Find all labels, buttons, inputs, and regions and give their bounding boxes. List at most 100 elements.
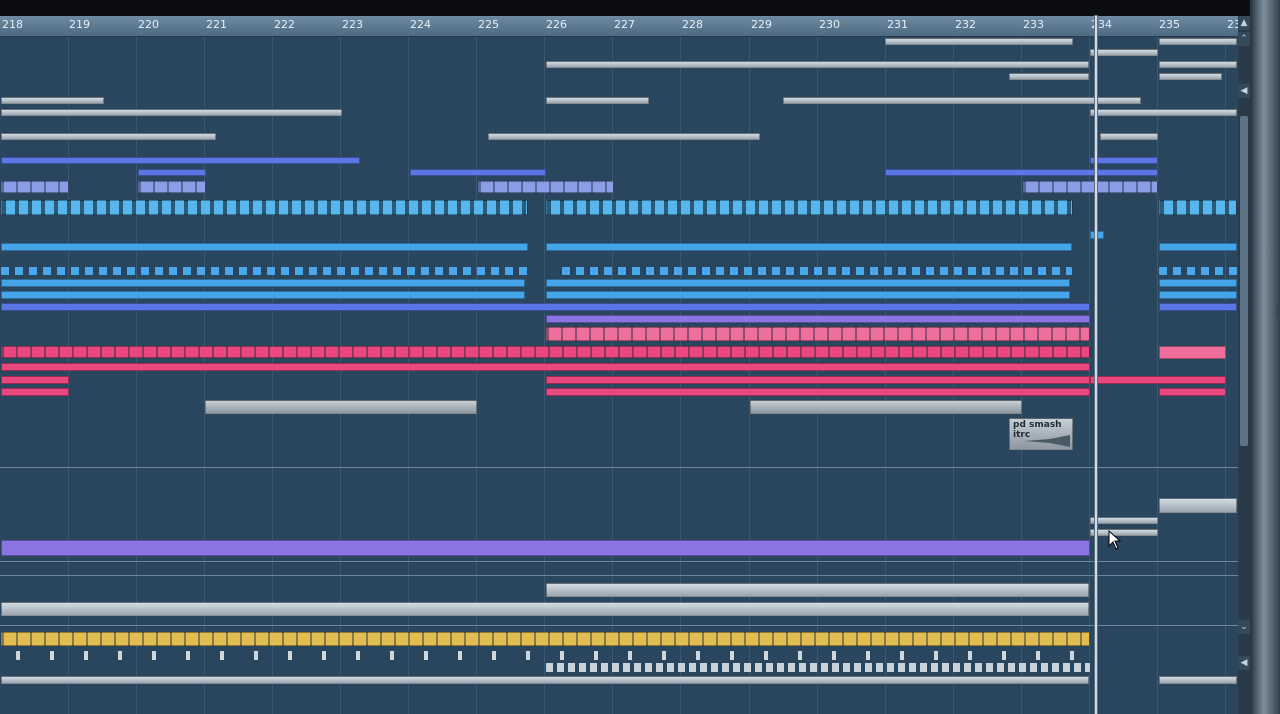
midi-part[interactable] — [1, 388, 69, 396]
track-separator — [0, 625, 1238, 626]
midi-part[interactable] — [1090, 49, 1158, 56]
midi-part[interactable] — [1100, 133, 1158, 140]
midi-part[interactable] — [1090, 517, 1158, 524]
midi-part[interactable] — [1, 133, 216, 140]
midi-part[interactable] — [1159, 279, 1237, 287]
drum-part[interactable] — [546, 663, 1090, 672]
midi-part[interactable] — [1, 676, 1089, 684]
midi-part[interactable] — [1, 363, 1090, 371]
midi-part[interactable] — [1, 97, 104, 104]
midi-part[interactable] — [885, 169, 1158, 176]
midi-part[interactable] — [1159, 303, 1237, 311]
bar-226-label: 226 — [546, 18, 567, 31]
drum-part[interactable] — [16, 651, 1090, 660]
midi-part[interactable] — [1, 632, 1090, 646]
midi-part[interactable] — [1159, 243, 1237, 251]
midi-part[interactable] — [1159, 267, 1237, 275]
midi-part[interactable] — [1, 243, 528, 251]
window-edge: ⋮ — [1250, 0, 1280, 714]
chevron-down-icon: ⌄ — [1240, 622, 1248, 632]
midi-part[interactable] — [1, 602, 1089, 616]
midi-part[interactable] — [1023, 181, 1158, 193]
midi-part[interactable] — [546, 583, 1089, 597]
midi-part[interactable] — [478, 181, 614, 193]
scroll-thumb[interactable] — [1240, 116, 1248, 446]
midi-part[interactable] — [1, 291, 525, 299]
midi-part[interactable] — [1159, 346, 1226, 359]
scroll-down-button[interactable]: ⌄ — [1238, 620, 1250, 634]
midi-part[interactable] — [1, 346, 1090, 358]
arranger-window: 218 219 220 221 222 223 224 225 226 227 … — [0, 0, 1280, 714]
vertical-scrollbar[interactable]: ▲ ⌃ ◀ ⌄ ◀ — [1238, 16, 1250, 714]
midi-part[interactable] — [1, 181, 69, 193]
bar-235-label: 235 — [1159, 18, 1180, 31]
midi-part[interactable] — [783, 97, 1141, 104]
zoom-down-button[interactable]: ◀ — [1238, 656, 1250, 670]
midi-part[interactable] — [1090, 157, 1158, 164]
midi-part[interactable] — [1, 279, 525, 287]
bar-231-label: 231 — [887, 18, 908, 31]
midi-part[interactable] — [1, 157, 360, 164]
zoom-left-button[interactable]: ◀ — [1238, 84, 1250, 98]
bar-233-label: 233 — [1023, 18, 1044, 31]
zoom-up-button[interactable]: ⌃ — [1238, 32, 1250, 46]
midi-part[interactable] — [1, 267, 528, 275]
midi-part[interactable] — [488, 133, 760, 140]
timeline-ruler[interactable]: 218 219 220 221 222 223 224 225 226 227 … — [0, 16, 1241, 37]
midi-part[interactable] — [1090, 109, 1237, 116]
drum-part[interactable] — [1159, 200, 1237, 215]
bar-228-label: 228 — [682, 18, 703, 31]
midi-part[interactable] — [1090, 529, 1158, 536]
midi-part[interactable] — [546, 279, 1070, 287]
midi-part[interactable] — [1, 376, 69, 384]
event-display[interactable]: pd smash itrc — [0, 37, 1238, 714]
midi-part[interactable] — [1159, 676, 1237, 684]
midi-part[interactable] — [138, 169, 206, 176]
bar-220-label: 220 — [138, 18, 159, 31]
drum-part[interactable] — [1, 200, 528, 215]
playhead-cursor[interactable] — [1095, 16, 1097, 714]
midi-part[interactable] — [1009, 73, 1089, 80]
drum-part[interactable] — [546, 200, 1073, 215]
audio-part[interactable] — [750, 400, 1022, 414]
bar-229-label: 229 — [751, 18, 772, 31]
midi-part[interactable] — [410, 169, 546, 176]
midi-part[interactable] — [1, 303, 1090, 311]
midi-part[interactable] — [546, 97, 649, 104]
midi-part[interactable] — [1159, 291, 1237, 299]
audio-clip-pd-smash[interactable]: pd smash itrc — [1009, 418, 1073, 450]
midi-part[interactable] — [546, 315, 1090, 323]
midi-part[interactable] — [546, 243, 1072, 251]
chevron-up-icon: ▲ — [1240, 18, 1248, 28]
bar-222-label: 222 — [274, 18, 295, 31]
bar-225-label: 225 — [478, 18, 499, 31]
midi-part[interactable] — [138, 181, 206, 193]
midi-part[interactable] — [546, 61, 1089, 68]
scroll-up-button[interactable]: ▲ — [1238, 16, 1250, 30]
midi-part[interactable] — [1159, 38, 1237, 45]
midi-part[interactable] — [1159, 73, 1222, 80]
midi-part[interactable] — [1090, 376, 1226, 384]
bar-224-label: 224 — [410, 18, 431, 31]
resize-grip-icon[interactable]: ⋮ — [1272, 305, 1280, 315]
track-separator — [0, 561, 1238, 562]
midi-part[interactable] — [1, 540, 1090, 556]
midi-part[interactable] — [1, 109, 342, 116]
midi-part[interactable] — [1159, 498, 1237, 513]
midi-part[interactable] — [1159, 388, 1226, 396]
midi-part[interactable] — [1090, 231, 1104, 239]
audio-part[interactable] — [205, 400, 477, 414]
triangle-down-icon: ◀ — [1240, 658, 1248, 668]
midi-part[interactable] — [562, 267, 1072, 275]
midi-part[interactable] — [1159, 61, 1237, 68]
track-separator — [0, 467, 1238, 468]
midi-part[interactable] — [885, 38, 1073, 45]
bar-223-label: 223 — [342, 18, 363, 31]
track-separator — [0, 575, 1238, 576]
triangle-up-icon: ⌃ — [1240, 34, 1248, 44]
midi-part[interactable] — [546, 291, 1070, 299]
midi-part[interactable] — [546, 388, 1090, 396]
midi-part[interactable] — [546, 376, 1090, 384]
midi-part[interactable] — [546, 327, 1090, 341]
bar-221-label: 221 — [206, 18, 227, 31]
